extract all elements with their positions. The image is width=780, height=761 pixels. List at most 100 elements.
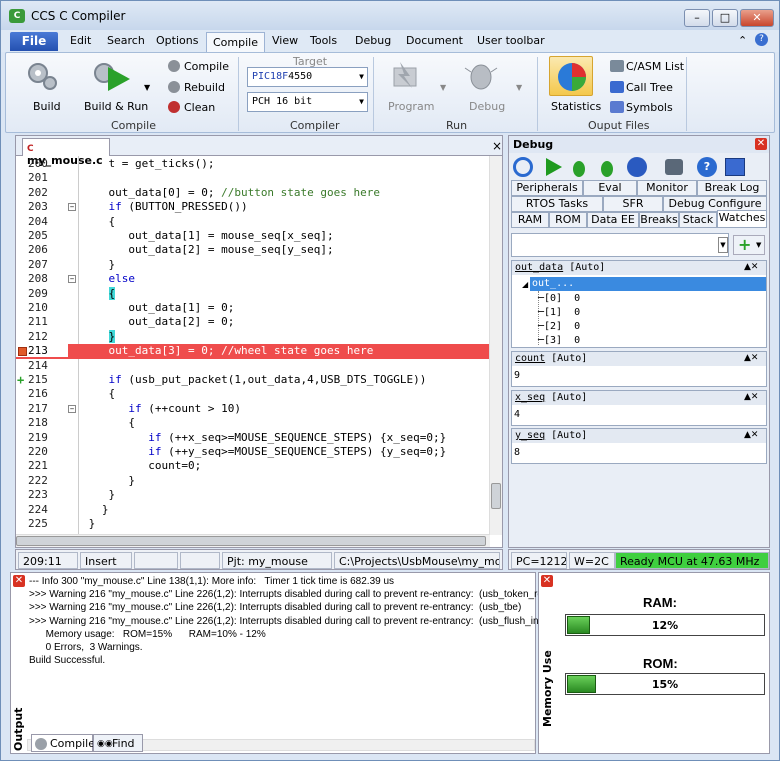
code-line[interactable]: 212 } [16,329,490,345]
casm-list-button[interactable]: C/ASM List [626,60,684,73]
breakpoint-icon[interactable] [18,347,27,357]
fold-toggle-icon[interactable]: − [68,275,76,284]
tab-sfr[interactable]: SFR [603,196,663,212]
tab-watches[interactable]: Watches [717,210,767,228]
maximize-button[interactable]: □ [712,9,738,27]
build-button[interactable]: Build [33,100,61,113]
run-icon[interactable] [543,157,563,177]
file-tab-my-mouse[interactable]: C my_mouse.c [22,138,110,167]
tab-break-log[interactable]: Break Log [697,180,767,196]
code-line[interactable]: 207 } [16,258,490,273]
code-line[interactable]: 203 − if (BUTTON_PRESSED()) [16,200,490,215]
code-line[interactable]: 208 − else [16,272,490,287]
tab-options[interactable]: Options [156,34,198,47]
code-line[interactable]: 221 count=0; [16,459,490,474]
watch-array-item[interactable]: ─[3] 0 [538,335,580,346]
code-line[interactable]: 219 if (++x_seq>=MOUSE_SEQUENCE_STEPS) {… [16,431,490,446]
chevron-down-icon[interactable]: ▼ [144,83,150,92]
collapse-icon[interactable]: ▲✕ [744,430,758,440]
debug-button[interactable]: Debug [469,100,505,113]
tab-document[interactable]: Document [406,34,463,47]
code-line[interactable]: 201 [16,171,490,186]
code-line[interactable]: 222 } [16,474,490,489]
close-memory-icon[interactable]: ✕ [541,575,553,587]
code-editor[interactable]: C my_mouse.c × 200 t = get_ticks(); 201 20… [15,135,503,548]
help-icon[interactable]: ? [755,33,768,46]
code-line[interactable]: 213 out_data[3] = 0; //wheel state goes … [16,344,490,359]
statistics-button-bg[interactable] [549,56,593,96]
watch-array-item[interactable]: ─[1] 0 [538,307,580,318]
minimize-button[interactable]: – [684,9,710,27]
tab-monitor[interactable]: Monitor [637,180,697,196]
watch-array-item[interactable]: ─[2] 0 [538,321,580,332]
file-menu-button[interactable]: File [10,32,58,51]
chevron-down-icon[interactable]: ▼ [440,83,446,92]
code-area[interactable]: 200 t = get_ticks(); 201 202 out_data[0] =… [16,156,490,535]
refresh-icon[interactable] [513,157,533,177]
chevron-down-icon[interactable]: ▼ [718,237,728,253]
target-select[interactable]: PIC18F4550 ▼ [247,67,368,87]
rebuild-button[interactable]: Rebuild [184,81,225,94]
vertical-scrollbar[interactable] [489,156,502,535]
compiler-select[interactable]: PCH 16 bit ▼ [247,92,368,112]
tab-rtos-tasks[interactable]: RTOS Tasks [511,196,603,212]
horizontal-scrollbar[interactable] [16,534,490,547]
close-button[interactable]: ✕ [740,9,774,27]
watch-y-seq[interactable]: y_seq [Auto] ▲✕ 8 [511,428,767,464]
watch-x-seq[interactable]: x_seq [Auto] ▲✕ 4 [511,390,767,426]
tab-view[interactable]: View [272,34,298,47]
close-debug-icon[interactable]: ✕ [755,138,767,150]
step-out-icon[interactable] [627,157,647,177]
code-line[interactable]: 205 out_data[1] = mouse_seq[x_seq]; [16,229,490,244]
tab-find[interactable]: ◉◉ Find [93,734,143,752]
collapse-icon[interactable]: ▲✕ [744,392,758,402]
code-line[interactable]: 209 { [16,286,490,302]
code-line[interactable]: 220 if (++y_seq>=MOUSE_SEQUENCE_STEPS) {… [16,445,490,460]
scroll-thumb[interactable] [491,483,501,509]
tab-search[interactable]: Search [107,34,145,47]
symbols-button[interactable]: Symbols [626,101,673,114]
tab-eval[interactable]: Eval [583,180,637,196]
watch-count[interactable]: count [Auto] ▲✕ 9 [511,351,767,387]
tab-data-ee[interactable]: Data EE [587,212,639,228]
tab-compile[interactable]: Compile [206,32,265,53]
watch-tree-root[interactable]: out_... [530,277,766,291]
code-line[interactable]: 224 } [16,503,490,518]
add-watch-button[interactable]: + ▼ [733,235,765,255]
close-tab-icon[interactable]: × [492,139,502,153]
tab-peripherals[interactable]: Peripherals [511,180,583,196]
statistics-button[interactable]: Statistics [551,100,601,113]
code-line[interactable]: 200 t = get_ticks(); [16,157,490,172]
collapse-icon[interactable]: ▲✕ [744,353,758,363]
close-output-icon[interactable]: ✕ [13,575,25,587]
tab-tools[interactable]: Tools [310,34,337,47]
tab-breaks[interactable]: Breaks [639,212,679,228]
program-button[interactable]: Program [388,100,434,113]
expand-triangle-icon[interactable]: ◢ [522,280,528,289]
fold-toggle-icon[interactable]: − [68,203,76,212]
fold-toggle-icon[interactable]: − [68,404,76,413]
code-line[interactable]: 217 − if (++count > 10) [16,402,490,417]
code-line[interactable]: 202 out_data[0] = 0; //button state goes… [16,186,490,201]
watch-out-data[interactable]: out_data [Auto] ▲✕ ◢ out_... ─[0] 0 ─[1] … [511,260,767,348]
code-line[interactable]: 204 { [16,215,490,230]
watch-array-item[interactable]: ─[0] 0 [538,293,580,304]
code-line[interactable]: 206 out_data[2] = mouse_seq[y_seq]; [16,243,490,258]
tab-stack[interactable]: Stack [679,212,717,228]
help-icon[interactable]: ? [697,157,717,177]
code-line[interactable]: 216 { [16,387,490,402]
collapse-icon[interactable]: ▲✕ [744,262,758,272]
debug-settings-icon[interactable] [665,159,683,175]
tab-debug[interactable]: Debug [355,34,391,47]
collapse-ribbon-icon[interactable]: ⌃ [738,34,747,47]
scroll-thumb[interactable] [16,536,486,546]
tab-ram[interactable]: RAM [511,212,549,228]
watch-expression-input[interactable] [511,233,729,257]
clean-button[interactable]: Clean [184,101,215,114]
tab-rom[interactable]: ROM [549,212,587,228]
code-line[interactable]: 225 } [16,517,490,532]
tab-compiler[interactable]: Compiler [31,734,100,752]
code-line[interactable]: 218 { [16,416,490,431]
bookmark-icon[interactable]: + [17,373,24,387]
code-line[interactable]: 210 out_data[1] = 0; [16,301,490,316]
